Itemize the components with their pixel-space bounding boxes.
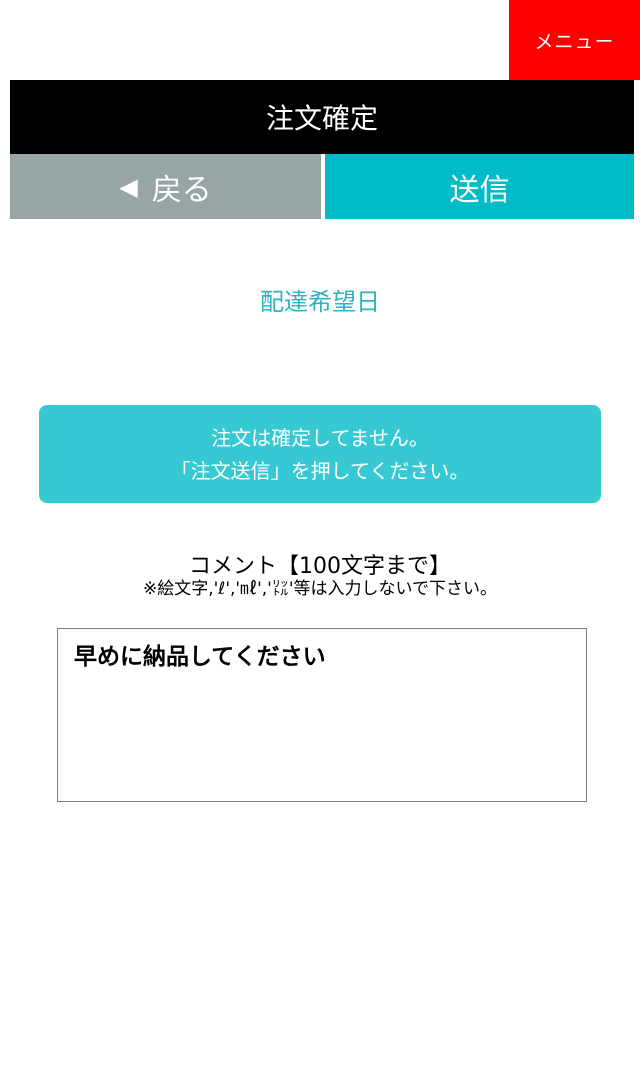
menu-button[interactable]: メニュー	[509, 0, 640, 80]
notice-line-1: 注文は確定してません。	[211, 426, 429, 450]
back-button[interactable]: ◀ 戻る	[10, 154, 321, 219]
back-button-label: 戻る	[151, 172, 212, 208]
send-button[interactable]: 送信	[325, 154, 634, 219]
notice-line-2: 「注文送信」を押してください。	[170, 459, 470, 483]
back-arrow-icon: ◀	[119, 172, 138, 201]
comment-note: ※絵文字,'ℓ','㎖','㍑'等は入力しないで下さい。	[142, 579, 497, 599]
order-notice: 注文は確定してません。 「注文送信」を押してください。	[39, 405, 601, 503]
delivery-date-label: 配達希望日	[260, 288, 380, 316]
page-title: 注文確定	[10, 80, 634, 154]
comment-textarea[interactable]: 早めに納品してください	[57, 628, 587, 802]
